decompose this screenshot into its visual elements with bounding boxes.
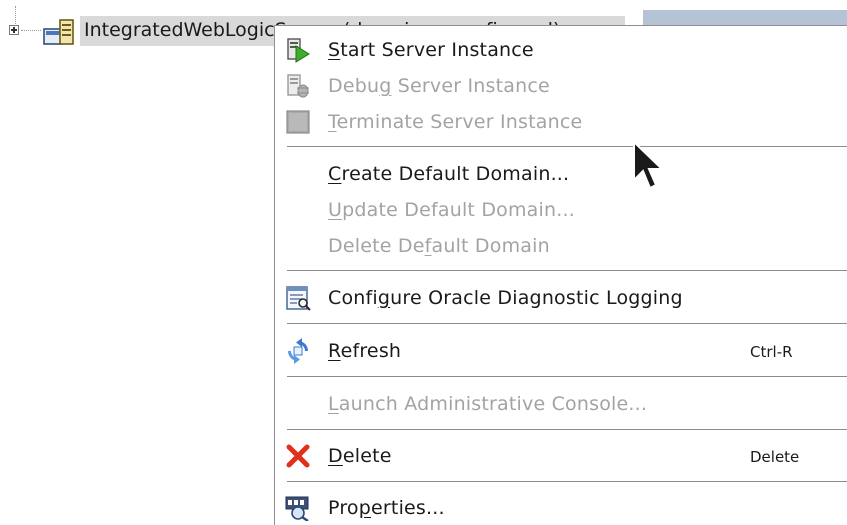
shortcut-label: Delete xyxy=(750,448,800,466)
menu-item-label: Launch Administrative Console... xyxy=(328,393,648,415)
menu-item-start-server[interactable]: Start Server Instance xyxy=(275,32,847,68)
menu-item-update-default-domain[interactable]: Update Default Domain... xyxy=(275,192,847,228)
menu-item-label: Properties... xyxy=(328,497,445,519)
menu-item-create-default-domain[interactable]: Create Default Domain... xyxy=(275,156,847,192)
tree-connector-line xyxy=(15,6,17,26)
menu-item-delete[interactable]: Delete Delete xyxy=(275,438,847,474)
delete-icon xyxy=(286,444,310,468)
mouse-pointer-icon xyxy=(633,140,665,190)
menu-item-refresh[interactable]: Refresh Ctrl-R xyxy=(275,333,847,369)
debug-server-icon xyxy=(287,74,309,98)
refresh-icon xyxy=(288,338,308,364)
menu-item-label: Configure Oracle Diagnostic Logging xyxy=(328,287,683,309)
menu-item-label: Refresh xyxy=(328,340,402,362)
tree-expand-toggle[interactable] xyxy=(9,25,19,35)
menu-separator xyxy=(287,481,847,482)
menu-separator xyxy=(287,429,847,430)
menu-item-label: Create Default Domain... xyxy=(328,163,570,185)
menu-item-label: Debug Server Instance xyxy=(328,75,550,97)
context-menu: Start Server Instance Debug Server Insta… xyxy=(274,25,847,525)
menu-separator xyxy=(287,146,847,147)
tree-connector-line xyxy=(21,30,41,32)
menu-item-launch-admin-console[interactable]: Launch Administrative Console... xyxy=(275,386,847,422)
menu-separator xyxy=(287,323,847,324)
terminate-server-icon xyxy=(286,110,310,134)
menu-item-label: Update Default Domain... xyxy=(328,199,575,221)
menu-item-properties[interactable]: Properties... xyxy=(275,490,847,525)
menu-item-delete-default-domain[interactable]: Delete Default Domain xyxy=(275,228,847,264)
properties-icon xyxy=(285,496,309,521)
menu-item-debug-server[interactable]: Debug Server Instance xyxy=(275,68,847,104)
menu-item-label: Terminate Server Instance xyxy=(328,111,583,133)
menu-separator xyxy=(287,376,847,377)
menu-item-label: Start Server Instance xyxy=(328,39,534,61)
menu-item-label: Delete xyxy=(328,445,392,467)
diagnostic-logging-icon xyxy=(286,286,311,311)
start-server-icon xyxy=(287,38,310,63)
menu-item-configure-diagnostic-logging[interactable]: Configure Oracle Diagnostic Logging xyxy=(275,280,847,316)
server-icon xyxy=(43,19,74,45)
menu-item-terminate-server[interactable]: Terminate Server Instance xyxy=(275,104,847,140)
ide-window: IntegratedWebLogicServer (domain unconfi… xyxy=(0,0,847,525)
menu-separator xyxy=(287,270,847,271)
menu-item-label: Delete Default Domain xyxy=(328,235,550,257)
shortcut-label: Ctrl-R xyxy=(750,343,793,361)
